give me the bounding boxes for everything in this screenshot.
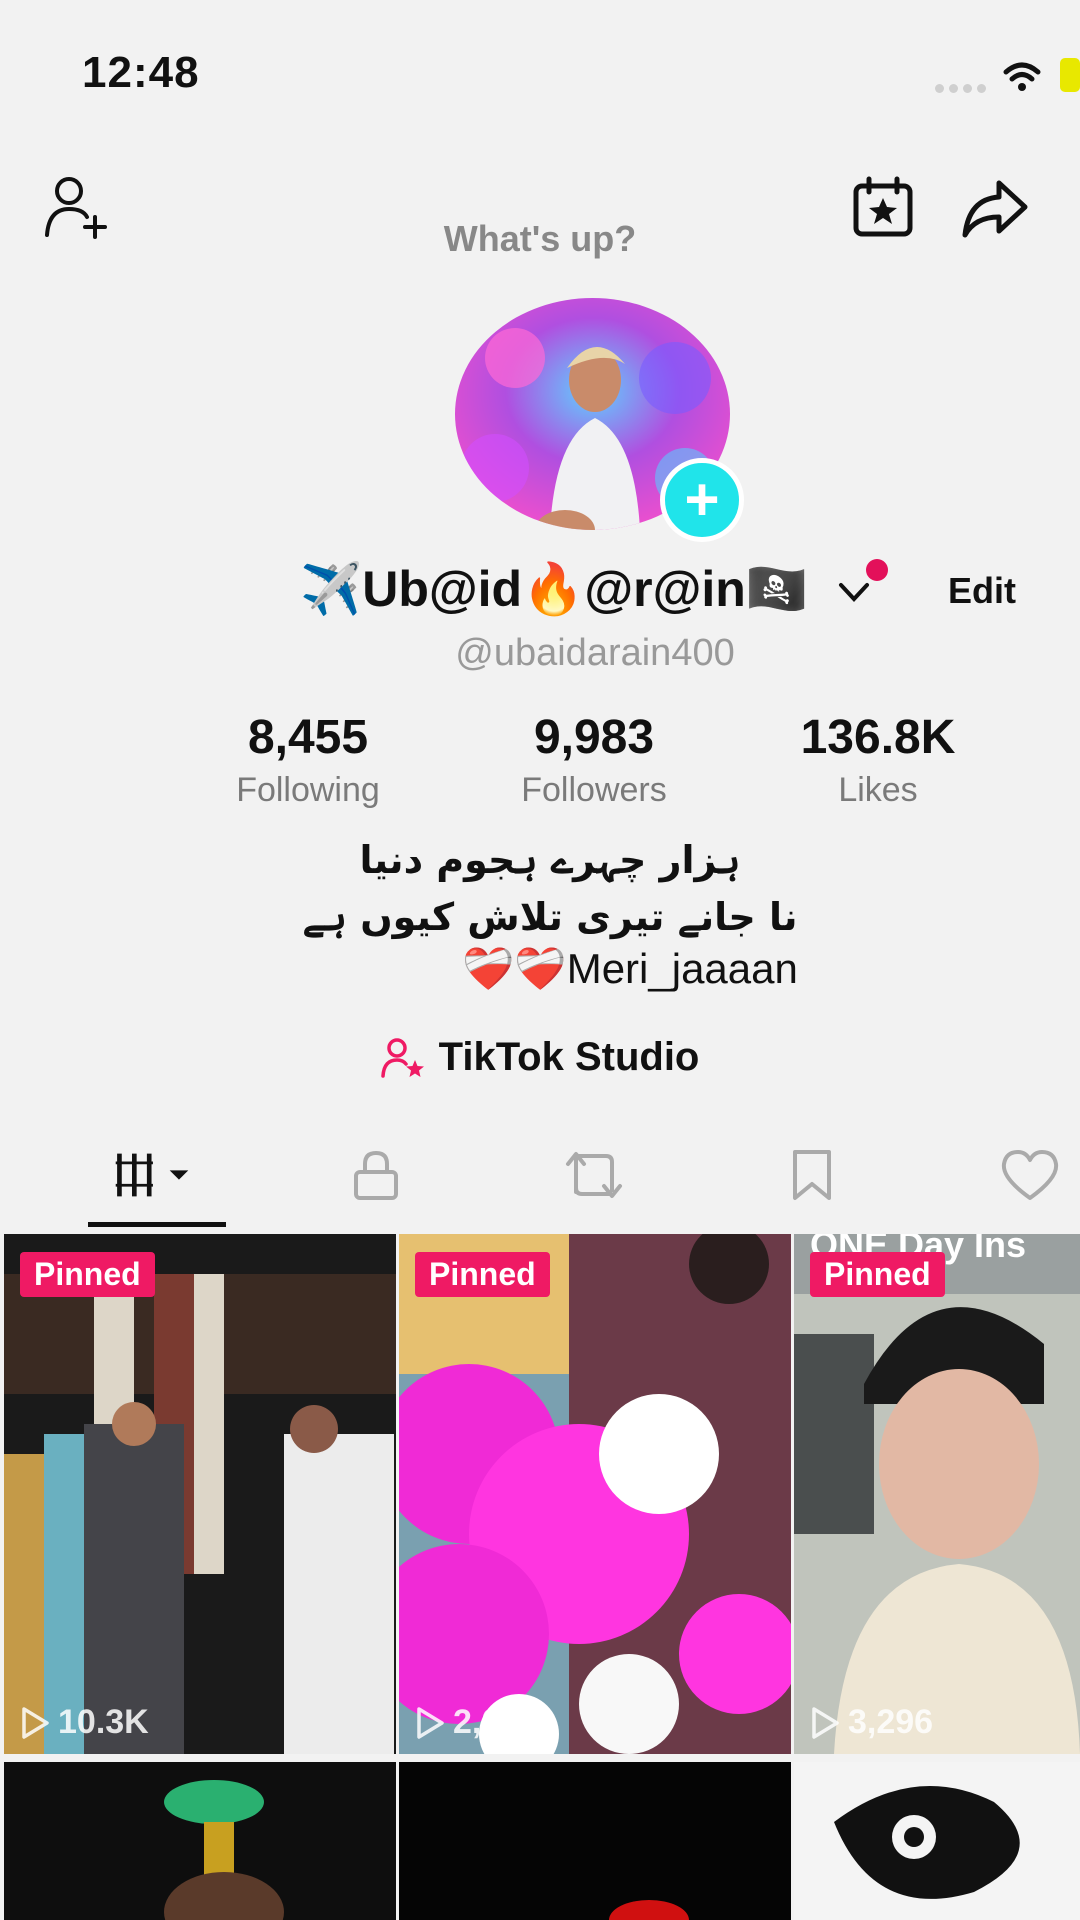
- lock-icon: [354, 1150, 398, 1200]
- followers-count: 9,983: [533, 711, 655, 764]
- view-count: 3,296: [810, 1703, 933, 1742]
- following-label: Following: [236, 771, 380, 809]
- add-story-button[interactable]: +: [660, 458, 744, 542]
- stat-likes[interactable]: 136.8K Likes: [758, 710, 998, 810]
- pinned-badge: Pinned: [20, 1252, 155, 1297]
- signal-dots: [935, 80, 991, 98]
- view-count-value: 10.3K: [58, 1703, 149, 1741]
- creator-star-icon: [380, 1037, 424, 1078]
- display-name: ✈️Ub@id🔥@r@in🏴‍☠️: [300, 561, 809, 617]
- plus-icon: +: [684, 466, 720, 533]
- video-thumbnail[interactable]: [794, 1762, 1080, 1920]
- view-count-value: 2,087: [453, 1703, 539, 1741]
- view-count: 10.3K: [20, 1703, 149, 1742]
- view-count-value: 3,296: [848, 1703, 934, 1741]
- play-icon: [22, 1706, 49, 1739]
- bio-line-1: ہزار چہرے ہجوم دنیا: [359, 838, 741, 882]
- following-count: 8,455: [247, 711, 369, 764]
- video-thumbnail[interactable]: [399, 1762, 791, 1920]
- stat-followers[interactable]: 9,983 Followers: [474, 710, 714, 810]
- pinned-badge: Pinned: [810, 1252, 945, 1297]
- tab-liked[interactable]: [990, 1145, 1070, 1205]
- tab-private[interactable]: [336, 1145, 416, 1205]
- likes-label: Likes: [838, 771, 918, 809]
- tiktok-studio-label: TikTok Studio: [438, 1035, 700, 1079]
- username-handle: @ubaidarain400: [455, 632, 735, 674]
- video-thumbnail[interactable]: [4, 1762, 396, 1920]
- active-tab-indicator: [88, 1222, 226, 1227]
- repost-icon: [566, 1152, 622, 1198]
- bio-line-3: ❤️‍🩹❤️‍🩹Meri_jaaaan: [462, 945, 798, 992]
- video-frame: [399, 1234, 791, 1754]
- play-icon: [812, 1706, 839, 1739]
- tab-saved[interactable]: [772, 1145, 852, 1205]
- wifi-icon: [1003, 62, 1041, 91]
- likes-count: 136.8K: [800, 711, 956, 764]
- bookmark-icon: [793, 1150, 831, 1200]
- video-thumbnail[interactable]: Pinned 2,087: [399, 1234, 791, 1754]
- play-icon: [417, 1706, 444, 1739]
- tab-videos[interactable]: [112, 1145, 192, 1205]
- video-frame: [4, 1762, 396, 1920]
- pinned-badge: Pinned: [415, 1252, 550, 1297]
- video-frame: [794, 1234, 1080, 1754]
- heart-icon: [1001, 1150, 1059, 1200]
- battery-icon: [1060, 58, 1080, 92]
- grid-lines-icon: [115, 1153, 189, 1197]
- stat-following[interactable]: 8,455 Following: [188, 710, 428, 810]
- video-thumbnail[interactable]: Pinned 10.3K: [4, 1234, 396, 1754]
- status-time: 12:48: [82, 48, 200, 97]
- edit-profile-button[interactable]: Edit: [948, 570, 1016, 612]
- video-thumbnail[interactable]: ONE Day Ins Pinned 3,296: [794, 1234, 1080, 1754]
- view-count: 2,087: [415, 1703, 538, 1742]
- chevron-down-icon[interactable]: [835, 575, 873, 609]
- bio-line-2: نا جانے تیری تلاش کیوں ہے: [302, 895, 798, 939]
- video-frame: [4, 1234, 396, 1754]
- tab-reposts[interactable]: [554, 1145, 634, 1205]
- status-prompt[interactable]: What's up?: [0, 218, 1080, 260]
- video-frame: [794, 1762, 1080, 1920]
- video-frame: [399, 1762, 791, 1920]
- followers-label: Followers: [521, 771, 667, 809]
- notification-dot: [866, 559, 888, 581]
- tiktok-studio-button[interactable]: TikTok Studio: [0, 1035, 1080, 1080]
